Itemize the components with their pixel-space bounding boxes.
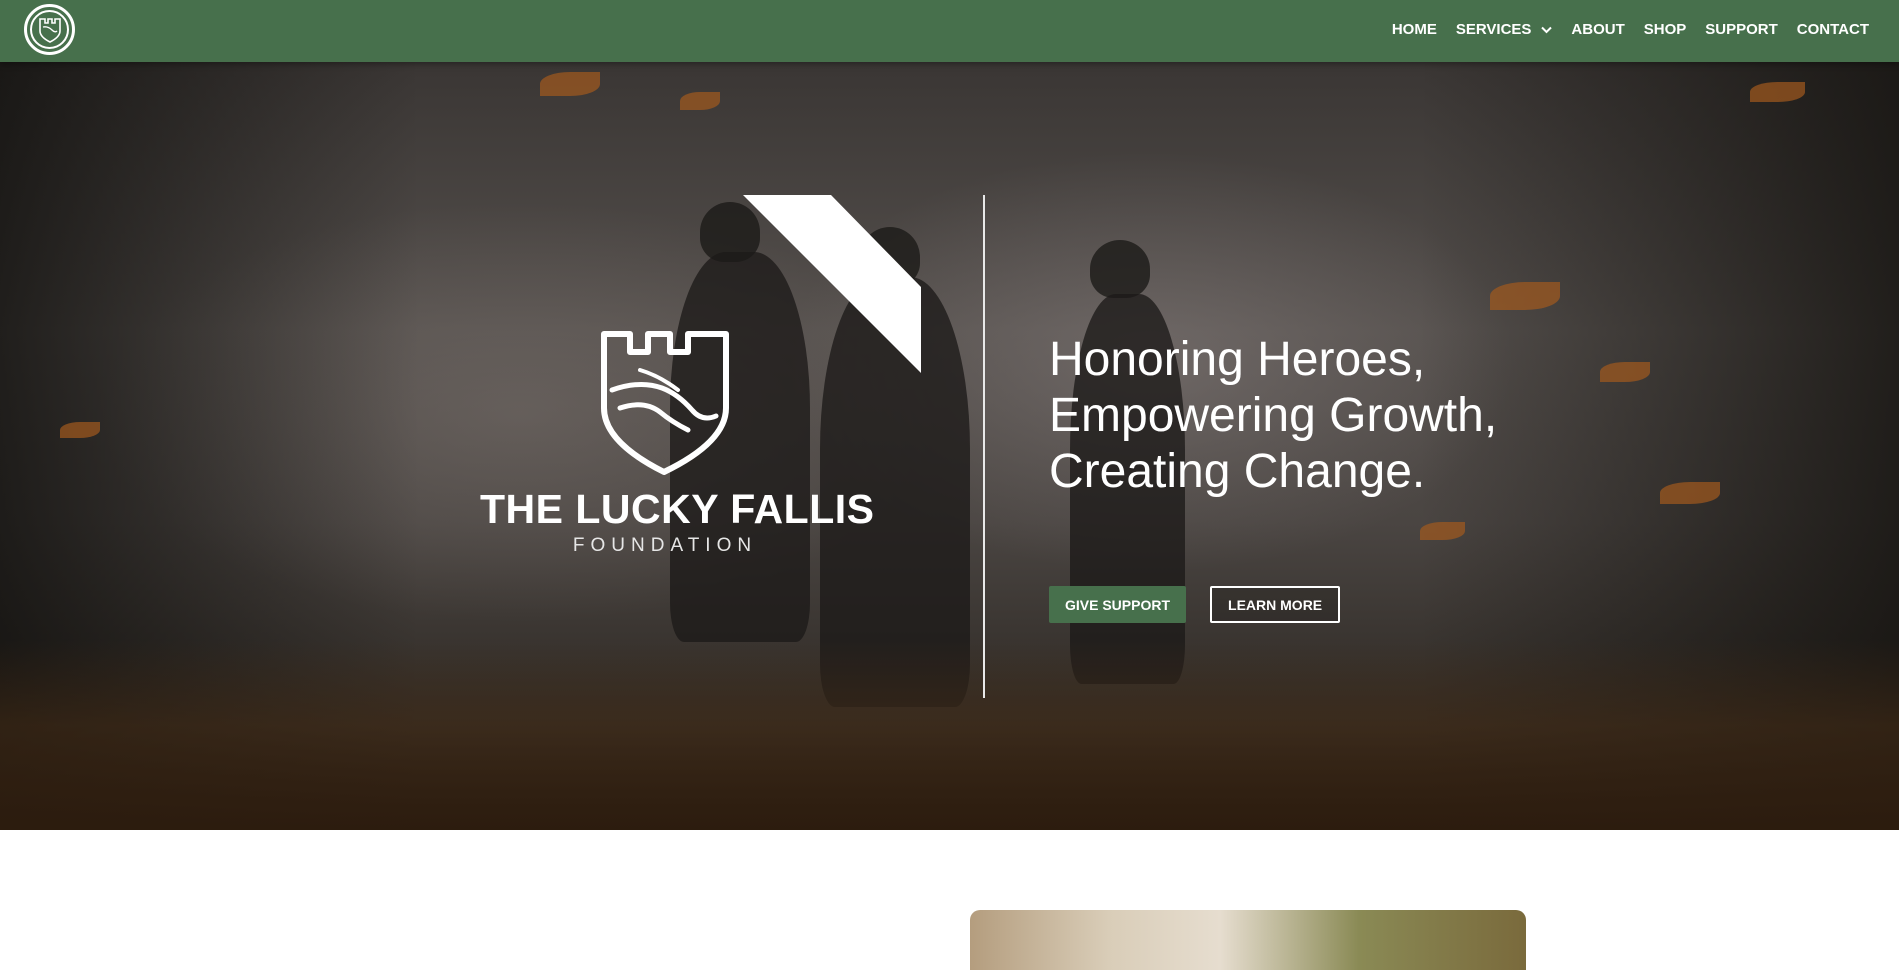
nav-contact-label: CONTACT — [1796, 20, 1869, 38]
soldier-silhouette-head — [1090, 240, 1150, 298]
foliage-accent — [1600, 362, 1650, 382]
foliage-accent — [1750, 82, 1805, 102]
headline-line-3: Creating Change. — [1049, 445, 1426, 498]
nav-about[interactable]: ABOUT — [1571, 21, 1624, 38]
feature-photo — [970, 910, 1526, 970]
nav-support[interactable]: SUPPORT — [1705, 21, 1778, 38]
give-support-button[interactable]: GIVE SUPPORT — [1049, 586, 1187, 623]
hero-headline: Honoring Heroes, Empowering Growth, Crea… — [1049, 332, 1569, 500]
learn-more-button[interactable]: LEARN MORE — [1210, 586, 1341, 623]
hero-background-ground — [0, 640, 1899, 830]
nav-home[interactable]: HOME — [1392, 21, 1437, 38]
hero-cta-group: GIVE SUPPORT LEARN MORE — [1049, 586, 1341, 623]
foliage-accent — [540, 72, 600, 96]
foliage-accent — [60, 422, 100, 438]
site-logo[interactable] — [24, 4, 75, 55]
nav-shop[interactable]: SHOP — [1644, 21, 1687, 38]
foliage-accent — [1420, 522, 1465, 540]
foundation-subtitle: FOUNDATION — [572, 535, 758, 556]
castle-handshake-logo-icon — [30, 10, 69, 49]
foliage-accent — [1660, 482, 1720, 504]
content-section — [0, 830, 1899, 970]
hero-section: THE LUCKY FALLIS FOUNDATION Honoring Her… — [0, 62, 1899, 830]
main-menu: HOME SERVICES ABOUT SHOP SUPPORT CONTACT — [1373, 0, 1869, 58]
foliage-accent — [680, 92, 720, 110]
top-navbar: HOME SERVICES ABOUT SHOP SUPPORT CONTACT — [0, 0, 1899, 62]
nav-support-label: SUPPORT — [1705, 20, 1778, 38]
foundation-brand: THE LUCKY FALLIS FOUNDATION — [480, 330, 875, 557]
nav-about-label: ABOUT — [1571, 20, 1625, 38]
nav-home-label: HOME — [1391, 20, 1437, 38]
foundation-name: THE LUCKY FALLIS — [480, 486, 875, 532]
headline-line-2: Empowering Growth, — [1049, 389, 1498, 442]
nav-services[interactable]: SERVICES — [1456, 21, 1553, 38]
nav-contact[interactable]: CONTACT — [1797, 21, 1869, 38]
foliage-accent — [1490, 282, 1560, 310]
chevron-down-icon — [1541, 21, 1553, 38]
nav-services-label: SERVICES — [1455, 20, 1532, 38]
hero-divider — [983, 195, 985, 698]
headline-line-1: Honoring Heroes, — [1049, 333, 1426, 386]
castle-handshake-icon — [601, 331, 729, 475]
nav-shop-label: SHOP — [1643, 20, 1687, 38]
